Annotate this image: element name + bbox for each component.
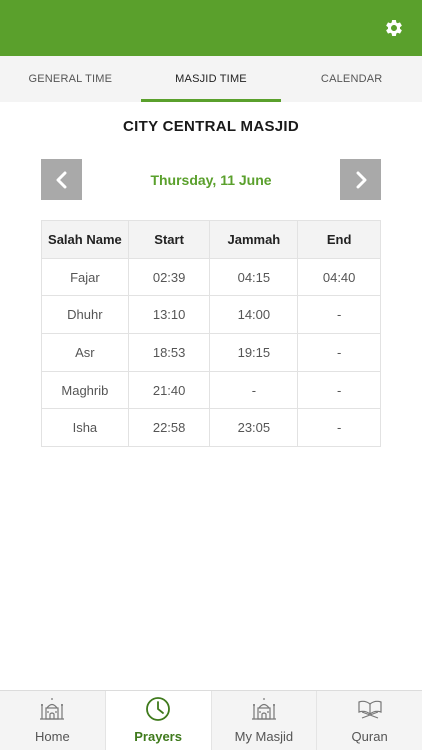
tab-masjid-time[interactable]: MASJID TIME <box>140 56 282 102</box>
nav-prayers-label: Prayers <box>134 729 182 744</box>
start-time-cell: 02:39 <box>127 257 211 297</box>
clock-icon <box>144 695 172 723</box>
nav-home[interactable]: Home <box>0 691 106 750</box>
previous-day-button[interactable] <box>41 159 82 200</box>
time-tabs: GENERAL TIME MASJID TIME CALENDAR <box>0 56 422 102</box>
table-header-row: Salah Name Start Jammah End <box>41 220 381 259</box>
start-time-cell: 22:58 <box>127 408 211 448</box>
header-start: Start <box>127 220 211 259</box>
date-navigator: Thursday, 11 June <box>41 159 381 200</box>
jammah-time-cell: 23:05 <box>209 408 299 448</box>
salah-name-cell: Dhuhr <box>41 295 129 335</box>
header-salah-name: Salah Name <box>41 220 129 259</box>
mosque-icon <box>38 695 66 723</box>
nav-home-label: Home <box>35 729 70 744</box>
end-time-cell: - <box>297 370 381 410</box>
prayer-times-table: Salah Name Start Jammah End Fajar 02:39 … <box>41 220 381 448</box>
jammah-time-cell: 19:15 <box>209 333 299 372</box>
salah-name-cell: Fajar <box>41 257 129 297</box>
jammah-time-cell: 14:00 <box>209 295 299 335</box>
table-row: Isha 22:58 23:05 - <box>41 408 381 448</box>
next-day-button[interactable] <box>340 159 381 200</box>
salah-name-cell: Maghrib <box>41 370 129 410</box>
table-row: Maghrib 21:40 - - <box>41 370 381 410</box>
end-time-cell: - <box>297 333 381 372</box>
salah-name-cell: Isha <box>41 408 129 448</box>
nav-quran-label: Quran <box>351 729 388 744</box>
current-date: Thursday, 11 June <box>150 171 272 188</box>
jammah-time-cell: - <box>209 370 299 410</box>
app-bar <box>0 0 422 56</box>
start-time-cell: 18:53 <box>127 333 211 372</box>
nav-my-masjid-label: My Masjid <box>234 729 294 744</box>
table-row: Fajar 02:39 04:15 04:40 <box>41 257 381 297</box>
table-row: Asr 18:53 19:15 - <box>41 333 381 372</box>
nav-quran[interactable]: Quran <box>317 691 422 750</box>
end-time-cell: - <box>297 408 381 448</box>
gear-icon <box>386 19 402 36</box>
nav-prayers[interactable]: Prayers <box>105 691 212 750</box>
header-end: End <box>297 220 381 259</box>
start-time-cell: 13:10 <box>127 295 211 335</box>
start-time-cell: 21:40 <box>127 370 211 410</box>
settings-button[interactable] <box>382 16 406 40</box>
table-row: Dhuhr 13:10 14:00 - <box>41 295 381 335</box>
tab-calendar[interactable]: CALENDAR <box>281 56 422 102</box>
chevron-right-icon <box>356 171 366 188</box>
end-time-cell: 04:40 <box>297 257 381 297</box>
jammah-time-cell: 04:15 <box>209 257 299 297</box>
masjid-title: CITY CENTRAL MASJID <box>123 118 299 135</box>
tab-general-time[interactable]: GENERAL TIME <box>0 56 141 102</box>
mosque-icon <box>250 695 278 723</box>
chevron-left-icon <box>56 171 66 188</box>
header-jammah: Jammah <box>209 220 299 259</box>
quran-icon <box>356 695 384 723</box>
bottom-navigation: Home Prayers My Masjid Quran <box>0 690 422 750</box>
salah-name-cell: Asr <box>41 333 129 372</box>
end-time-cell: - <box>297 295 381 335</box>
nav-my-masjid[interactable]: My Masjid <box>212 691 318 750</box>
